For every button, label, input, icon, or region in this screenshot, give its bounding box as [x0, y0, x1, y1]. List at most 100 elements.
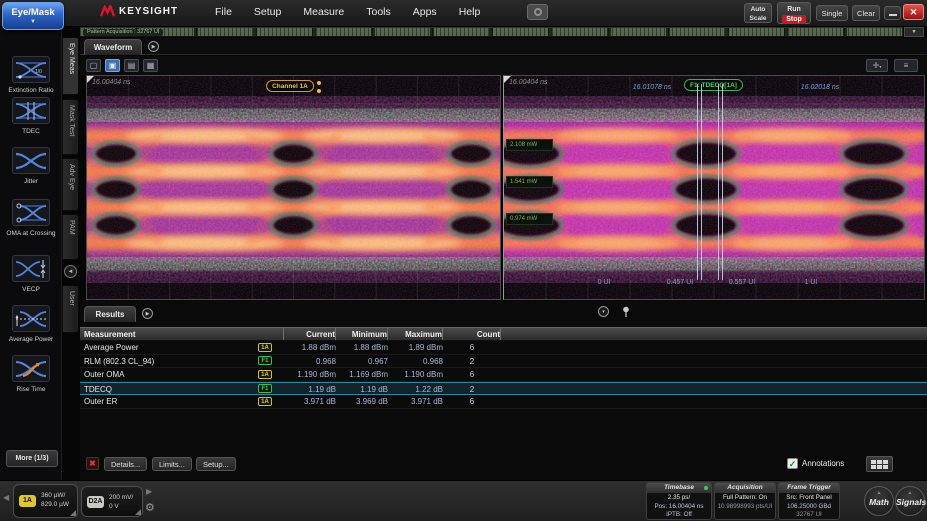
eye-mask-mode-button[interactable]: Eye/Mask ▼ — [2, 2, 64, 30]
single-button[interactable]: Single — [816, 5, 848, 21]
measurement-cursor-line[interactable] — [722, 84, 723, 280]
layout-grid-icon[interactable]: ▦ — [143, 59, 158, 72]
math-button[interactable]: ▲Math — [864, 486, 894, 516]
average-power-icon — [12, 305, 50, 332]
table-row-rlm[interactable]: RLM (802.3 CL_94) F1 0.968 0.967 0.968 2 — [80, 355, 927, 369]
pin-icon[interactable] — [622, 306, 630, 318]
sidebar-item-average-power[interactable]: Average Power — [0, 305, 62, 344]
channel-1a-source-pill[interactable]: Channel 1A — [266, 80, 314, 92]
pattern-acquisition-strip[interactable]: Pattern Acquisition : 32767 UI — [80, 27, 903, 37]
layout-single-icon[interactable]: ▢ — [86, 59, 101, 72]
tab-mask-test[interactable]: Mask Test — [62, 99, 79, 155]
annotations-checkbox[interactable]: ✓ — [787, 458, 798, 469]
limits-button[interactable]: Limits... — [152, 457, 192, 471]
table-row-outer-oma[interactable]: Outer OMA 1A 1.190 dBm 1.169 dBm 1.190 d… — [80, 368, 927, 382]
run-stop-button[interactable]: Run Stop — [777, 2, 811, 24]
camera-lens — [534, 8, 542, 16]
pattern-strip-label: Pattern Acquisition : 32767 UI — [83, 29, 163, 36]
pan-zoom-button[interactable]: ✛▾ — [866, 59, 888, 72]
channel-scroll-left-icon[interactable]: ◀ — [3, 493, 9, 502]
stop-label: Stop — [782, 15, 806, 24]
card-corner-fold — [135, 509, 141, 515]
measurement-cursor-line[interactable] — [701, 84, 702, 280]
keysight-logo-icon — [100, 5, 115, 18]
pattern-strip-dropdown[interactable]: ▼ — [904, 27, 924, 37]
menu-help[interactable]: Help — [459, 6, 481, 18]
tab-results[interactable]: Results — [84, 306, 136, 322]
marker1-time-label: 16.01078 ns — [633, 84, 672, 91]
eye-mask-label: Eye/Mask — [11, 7, 54, 18]
channel-card-d2a[interactable]: D2A 200 mV/0 V — [81, 486, 143, 517]
sidebar-item-tdec[interactable]: TDEC — [0, 97, 62, 136]
sidebar-item-oma-at-crossing[interactable]: OMA at Crossing — [0, 199, 62, 238]
sidebar-item-rise-time[interactable]: Rise Time — [0, 355, 62, 394]
sidebar-item-label: Jitter — [0, 178, 62, 186]
timebase-panel[interactable]: Timebase 2.35 ps/ Pos: 16.00404 ns IPTB:… — [646, 482, 712, 520]
marker-dot-icon[interactable] — [317, 89, 321, 93]
annotations-grid-icon[interactable] — [866, 456, 893, 472]
menu-tools[interactable]: Tools — [366, 6, 391, 18]
setup-button[interactable]: Setup... — [196, 457, 236, 471]
tdecq-function-pill[interactable]: F1: TDECQ[1A] — [684, 79, 743, 91]
top-menu-bar: KEYSIGHT File Setup Measure Tools Apps H… — [0, 0, 927, 27]
table-row-outer-er[interactable]: Outer ER 1A 3.971 dB 3.969 dB 3.971 dB 6 — [80, 395, 927, 409]
display-menu-icon[interactable]: ≡ — [894, 59, 918, 72]
extinction-ratio-icon: 1/0 — [12, 56, 50, 83]
col-count[interactable]: Count — [443, 328, 501, 340]
minimize-bar-icon — [889, 14, 897, 16]
col-minimum[interactable]: Minimum — [336, 328, 388, 340]
col-maximum[interactable]: Maximum — [388, 328, 443, 340]
layout-split-icon[interactable]: ▣ — [105, 59, 120, 72]
frame-trigger-panel[interactable]: Frame Trigger Src: Front Panel 106.25000… — [778, 482, 840, 520]
settings-gear-icon[interactable]: ⚙ — [145, 501, 155, 514]
results-tab-row: Results ▶ ▾ — [80, 300, 927, 327]
channel-scroll-right-icon[interactable]: ▶ — [146, 487, 152, 496]
sidebar-item-jitter[interactable]: Jitter — [0, 147, 62, 186]
grid-cell — [871, 460, 876, 464]
close-button[interactable]: ✕ — [903, 4, 924, 20]
measurement-cursor-line[interactable] — [718, 84, 719, 280]
menu-bar: File Setup Measure Tools Apps Help — [215, 6, 480, 18]
results-collapse-button[interactable]: ▾ — [598, 306, 609, 317]
sidebar-item-label: VECP — [0, 286, 62, 294]
eye-diagram-panel-channel-1a[interactable]: 16.00404 ns Channel 1A — [86, 75, 501, 300]
remove-measurement-icon[interactable]: ✖ — [86, 457, 99, 470]
menu-file[interactable]: File — [215, 6, 232, 18]
acquisition-panel[interactable]: Acquisition Full Pattern: On 10.98998993… — [714, 482, 776, 520]
layout-stack-icon[interactable]: ▤ — [124, 59, 139, 72]
eye-diagram-panel-tdecq[interactable]: 16.00404 ns 16.01078 ns F1: TDECQ[1A] 16… — [503, 75, 925, 300]
minimize-button[interactable] — [884, 6, 901, 20]
sidebar-collapse-button[interactable]: ◄ — [64, 265, 77, 278]
marker-dot-icon[interactable] — [317, 81, 321, 85]
results-tab-play-button[interactable]: ▶ — [142, 308, 153, 319]
results-footer: ✖ Details... Limits... Setup... ✓ Annota… — [80, 455, 927, 475]
tab-pam[interactable]: PAM — [62, 214, 79, 260]
frame-trigger-ui: 32767 UI — [779, 511, 839, 520]
col-measurement[interactable]: Measurement — [80, 328, 284, 340]
tab-waveform[interactable]: Waveform — [84, 39, 142, 55]
screenshot-camera-icon[interactable] — [527, 4, 548, 20]
channel-card-1a[interactable]: 1A 360 µW/829.0 µW — [13, 484, 78, 518]
details-button[interactable]: Details... — [104, 457, 147, 471]
more-measurements-button[interactable]: More (1/3) — [6, 450, 58, 467]
menu-setup[interactable]: Setup — [254, 6, 281, 18]
run-label: Run — [787, 6, 801, 13]
source-badge-f1: F1 — [258, 356, 272, 365]
col-filler — [501, 328, 927, 340]
col-current[interactable]: Current — [284, 328, 336, 340]
tab-user[interactable]: User — [62, 285, 79, 333]
clear-button[interactable]: Clear — [852, 5, 880, 21]
vecp-icon — [12, 255, 50, 282]
sidebar-item-vecp[interactable]: VECP — [0, 255, 62, 294]
table-row-tdecq-selected[interactable]: TDECQ F1 1.19 dB 1.19 dB 1.22 dB 2 — [80, 382, 927, 396]
tab-eye-meas[interactable]: Eye Meas — [62, 37, 79, 95]
signals-button[interactable]: ▲Signals — [895, 486, 925, 516]
menu-measure[interactable]: Measure — [303, 6, 344, 18]
sidebar-item-extinction-ratio[interactable]: 1/0 Extinction Ratio — [0, 56, 62, 95]
table-row-average-power[interactable]: Average Power 1A 1.88 dBm 1.88 dBm 1.89 … — [80, 341, 927, 355]
menu-apps[interactable]: Apps — [413, 6, 437, 18]
auto-scale-button[interactable]: Auto Scale — [744, 3, 772, 23]
measurement-cursor-line[interactable] — [697, 84, 698, 280]
tab-adv-eye[interactable]: Adv Eye — [62, 158, 79, 211]
waveform-tab-play-button[interactable]: ▶ — [148, 41, 159, 52]
